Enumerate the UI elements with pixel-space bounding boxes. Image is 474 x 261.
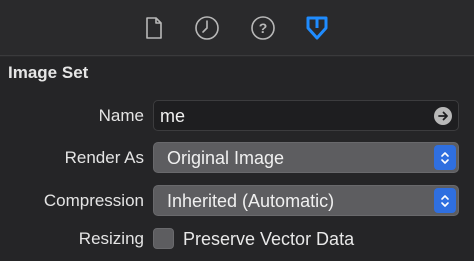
preserve-vector-data-checkbox[interactable] — [153, 228, 174, 249]
render-as-popup[interactable]: Original Image — [153, 142, 459, 173]
go-arrow-icon[interactable] — [434, 107, 452, 125]
preserve-vector-data-label[interactable]: Preserve Vector Data — [183, 229, 354, 250]
chevron-updown-icon[interactable] — [434, 188, 456, 213]
name-label: Name — [98, 106, 144, 125]
render-as-label: Render As — [64, 148, 144, 167]
compression-value: Inherited (Automatic) — [167, 191, 335, 211]
file-icon[interactable] — [139, 13, 169, 43]
help-icon[interactable]: ? — [248, 13, 278, 43]
history-icon[interactable] — [192, 13, 222, 43]
svg-text:?: ? — [259, 20, 268, 36]
inspector-toolbar: ? — [0, 0, 474, 56]
name-field[interactable]: me — [153, 100, 459, 131]
compression-popup[interactable]: Inherited (Automatic) — [153, 185, 459, 216]
section-title: Image Set — [8, 63, 89, 82]
chevron-updown-icon[interactable] — [434, 145, 456, 170]
render-as-value: Original Image — [167, 148, 285, 168]
resizing-label: Resizing — [78, 229, 144, 248]
attributes-inspector-icon[interactable] — [302, 13, 332, 43]
compression-label: Compression — [43, 191, 144, 210]
name-value[interactable]: me — [160, 106, 185, 127]
